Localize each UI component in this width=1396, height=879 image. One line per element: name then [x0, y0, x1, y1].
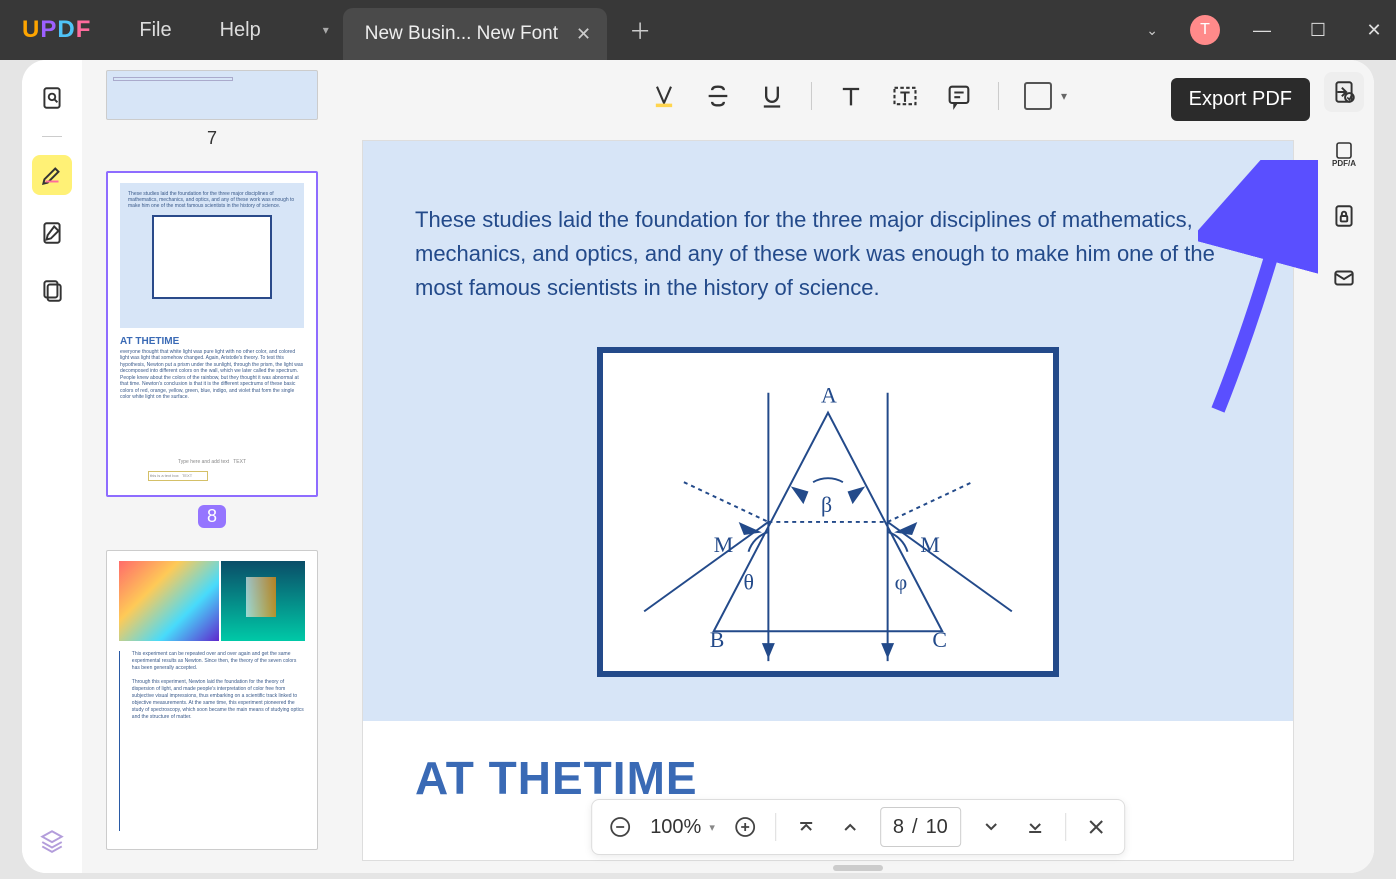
menu-file[interactable]: File — [139, 19, 171, 42]
close-bottombar-button[interactable] — [1082, 813, 1110, 841]
page-highlight-block: These studies laid the foundation for th… — [363, 141, 1293, 721]
highlight-button[interactable] — [649, 81, 679, 111]
titlebar-dropdown[interactable]: ⌄ — [1146, 22, 1158, 39]
last-page-button[interactable] — [1021, 813, 1049, 841]
underline-button[interactable] — [757, 81, 787, 111]
app-logo: UPDF — [22, 16, 91, 44]
tab-add-button[interactable]: ＋ — [629, 14, 651, 46]
text-button[interactable] — [836, 81, 866, 111]
right-toolbar: PDF/A — [1324, 72, 1364, 298]
main-area: ▾ Export PDF PDF/A These studies — [342, 60, 1374, 873]
toolbar-separator — [811, 82, 812, 110]
export-pdf-tooltip: Export PDF — [1171, 78, 1310, 121]
textbox-button[interactable] — [890, 81, 920, 111]
window-controls: ⌄ T — ☐ ✕ — [1146, 0, 1388, 60]
tab-close-icon[interactable]: ✕ — [576, 24, 591, 45]
thumbnail-page-8[interactable]: These studies laid the foundation for th… — [106, 171, 318, 497]
prism-diagram: A B C M M θ φ β — [597, 347, 1059, 677]
toolbar-separator — [998, 82, 999, 110]
svg-text:C: C — [932, 628, 947, 652]
svg-text:M: M — [920, 533, 939, 557]
tab-list-dropdown[interactable]: ▾ — [309, 23, 343, 37]
tab-area: ▾ New Busin... New Font ✕ ＋ — [309, 0, 651, 60]
svg-text:θ: θ — [744, 571, 754, 595]
protect-button[interactable] — [1324, 196, 1364, 236]
menu-help[interactable]: Help — [220, 19, 261, 42]
thumbnail-page-9[interactable]: This experiment can be repeated over and… — [106, 550, 318, 850]
page-input[interactable]: 8 / 10 — [880, 807, 961, 847]
pages-tool[interactable] — [32, 271, 72, 311]
minimize-button[interactable]: — — [1248, 20, 1276, 41]
share-button[interactable] — [1324, 258, 1364, 298]
svg-text:B: B — [710, 628, 725, 652]
next-page-button[interactable] — [977, 813, 1005, 841]
user-avatar[interactable]: T — [1190, 15, 1220, 45]
page-paragraph: These studies laid the foundation for th… — [415, 203, 1241, 305]
svg-text:M: M — [714, 533, 733, 557]
edit-tool[interactable] — [32, 213, 72, 253]
zoom-dropdown-icon[interactable]: ▾ — [709, 821, 715, 834]
first-page-button[interactable] — [792, 813, 820, 841]
left-toolbar — [22, 60, 82, 873]
zoom-in-button[interactable] — [731, 813, 759, 841]
workspace: 7 These studies laid the foundation for … — [22, 60, 1374, 873]
bottom-toolbar: 100%▾ 8 / 10 — [591, 799, 1125, 855]
page-heading: AT THETIME — [415, 751, 1293, 805]
export-pdf-button[interactable] — [1324, 72, 1364, 112]
zoom-display[interactable]: 100%▾ — [650, 816, 715, 839]
svg-text:β: β — [821, 493, 832, 517]
bottombar-separator — [1065, 813, 1066, 841]
layers-button[interactable] — [32, 821, 72, 861]
titlebar: UPDF File Help ▾ New Busin... New Font ✕… — [0, 0, 1396, 60]
search-tool[interactable] — [32, 78, 72, 118]
annotation-toolbar: ▾ — [649, 72, 1067, 120]
tab-title: New Busin... New Font — [365, 23, 558, 45]
thumbnail-label-7: 7 — [102, 128, 322, 149]
toolbar-separator — [42, 136, 62, 137]
highlighter-tool[interactable] — [32, 155, 72, 195]
pdfa-button[interactable]: PDF/A — [1324, 134, 1364, 174]
svg-text:φ: φ — [895, 571, 908, 595]
shape-dropdown-icon[interactable]: ▾ — [1061, 89, 1067, 103]
thumbnail-panel[interactable]: 7 These studies laid the foundation for … — [82, 60, 342, 873]
svg-text:A: A — [821, 384, 837, 408]
prev-page-button[interactable] — [836, 813, 864, 841]
close-window-button[interactable]: ✕ — [1360, 20, 1388, 41]
page-view[interactable]: These studies laid the foundation for th… — [362, 140, 1294, 861]
maximize-button[interactable]: ☐ — [1304, 20, 1332, 41]
note-button[interactable] — [944, 81, 974, 111]
thumbnail-label-8: 8 — [102, 505, 322, 528]
strikethrough-button[interactable] — [703, 81, 733, 111]
tab-active[interactable]: New Busin... New Font ✕ — [343, 8, 607, 60]
zoom-out-button[interactable] — [606, 813, 634, 841]
shape-button[interactable] — [1023, 81, 1053, 111]
bottombar-separator — [775, 813, 776, 841]
thumbnail-page-7[interactable] — [106, 70, 318, 120]
drag-handle[interactable] — [833, 865, 883, 871]
